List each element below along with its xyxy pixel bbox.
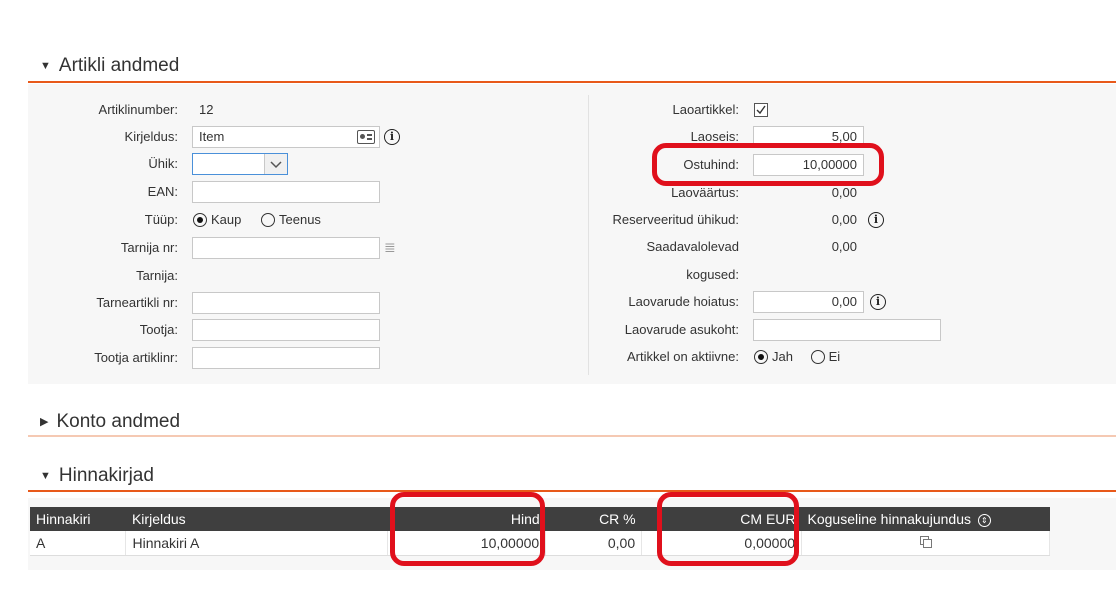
cell-cr[interactable]: 0,00 <box>545 531 643 556</box>
section-artikli-toggle[interactable]: ▼ Artikli andmed <box>40 55 179 77</box>
tuup-radio-group: Kaup Teenus <box>193 212 321 227</box>
aktiivne-radio-group: Jah Ei <box>754 349 840 364</box>
copy-icon[interactable] <box>919 535 933 549</box>
tootja-label: Tootja: <box>139 322 178 337</box>
tarneartikli-nr-input[interactable] <box>192 292 380 314</box>
col-cr[interactable]: CR % <box>545 507 642 531</box>
uhik-select[interactable] <box>192 153 288 175</box>
ean-input[interactable] <box>192 181 380 203</box>
tarnija-nr-label: Tarnija nr: <box>120 240 178 255</box>
hoiatus-label: Laovarude hoiatus: <box>628 294 739 309</box>
aktiivne-label: Artikkel on aktiivne: <box>627 349 739 364</box>
tarneartikli-nr-label: Tarneartikli nr: <box>96 295 178 310</box>
contact-card-icon[interactable] <box>357 130 375 144</box>
radio-unselected-icon <box>261 213 275 227</box>
laoartikkel-label: Laoartikkel: <box>672 102 739 117</box>
tarnija-label: Tarnija: <box>136 268 178 283</box>
kirjeldus-value: Item <box>199 129 225 144</box>
list-icon[interactable]: ≣ <box>384 239 396 256</box>
tootja-artiklinr-input[interactable] <box>192 347 380 369</box>
col-koguseline[interactable]: Koguseline hinnakujundus ⇕ <box>801 507 1050 531</box>
saadaval-label-line1: Saadavalolevad <box>646 239 739 254</box>
section-divider <box>28 435 1116 437</box>
tarnija-nr-input[interactable] <box>192 237 380 259</box>
hoiatus-input[interactable]: 0,00 <box>753 291 864 313</box>
col-kirjeldus[interactable]: Kirjeldus <box>125 507 388 531</box>
expand-triangle-icon: ▶ <box>40 416 49 428</box>
kirjeldus-label: Kirjeldus: <box>124 129 178 144</box>
radio-teenus[interactable]: Teenus <box>261 212 321 227</box>
laovaartus-label: Laoväärtus: <box>671 185 739 200</box>
checkmark-icon <box>756 105 766 115</box>
ean-label: EAN: <box>147 184 178 199</box>
artiklinumber-value: 12 <box>199 102 214 117</box>
highlight-ostuhind <box>652 143 884 186</box>
sort-icon[interactable]: ⇕ <box>977 514 991 527</box>
section-divider <box>28 490 1116 492</box>
reserveeritud-label: Reserveeritud ühikud: <box>612 212 739 227</box>
cell-hinnakiri[interactable]: A <box>30 531 127 556</box>
info-icon[interactable]: i <box>870 294 886 310</box>
section-title: Hinnakirjad <box>58 465 154 486</box>
cell-koguseline[interactable] <box>801 531 1050 556</box>
asukoht-label: Laovarude asukoht: <box>624 322 739 337</box>
asukoht-input[interactable] <box>753 319 941 341</box>
col-koguseline-label: Koguseline hinnakujundus <box>807 511 971 527</box>
radio-kaup-label: Kaup <box>211 212 242 227</box>
tootja-artiklinr-label: Tootja artiklinr: <box>94 350 178 365</box>
info-icon[interactable]: i <box>868 212 884 228</box>
info-icon[interactable]: i <box>384 129 400 145</box>
radio-unselected-icon <box>810 350 825 364</box>
section-divider <box>28 81 1116 83</box>
column-divider <box>588 95 589 375</box>
cell-kirjeldus[interactable]: Hinnakiri A <box>125 531 389 556</box>
section-hinnakirjad-toggle[interactable]: ▼ Hinnakirjad <box>40 465 154 487</box>
highlight-hind <box>390 492 545 566</box>
section-konto-toggle[interactable]: ▶ Konto andmed <box>40 411 180 433</box>
saadaval-value: 0,00 <box>831 239 857 254</box>
tuup-label: Tüüp: <box>144 212 178 227</box>
laoseis-label: Laoseis: <box>690 129 739 144</box>
laovaartus-value: 0,00 <box>831 185 857 200</box>
artiklinumber-label: Artiklinumber: <box>98 102 178 117</box>
section-title: Artikli andmed <box>58 55 180 76</box>
radio-teenus-label: Teenus <box>279 212 321 227</box>
saadaval-label-line2: kogused: <box>686 267 739 282</box>
radio-selected-icon <box>193 213 207 227</box>
highlight-cm-eur <box>657 492 799 566</box>
radio-jah-label: Jah <box>772 349 793 364</box>
radio-selected-icon <box>754 350 768 364</box>
radio-jah[interactable]: Jah <box>754 349 793 364</box>
chevron-down-icon[interactable] <box>264 154 287 174</box>
radio-kaup[interactable]: Kaup <box>193 212 241 227</box>
radio-ei[interactable]: Ei <box>810 349 841 364</box>
kirjeldus-input[interactable]: Item <box>192 126 380 148</box>
laoartikkel-checkbox[interactable] <box>754 103 768 117</box>
radio-ei-label: Ei <box>828 349 841 364</box>
section-title: Konto andmed <box>56 411 181 432</box>
collapse-triangle-icon: ▼ <box>40 60 51 72</box>
collapse-triangle-icon: ▼ <box>40 470 51 482</box>
tootja-input[interactable] <box>192 319 380 341</box>
col-hinnakiri[interactable]: Hinnakiri <box>30 507 126 531</box>
uhik-label: Ühik: <box>148 156 178 171</box>
reserveeritud-value: 0,00 <box>831 212 857 227</box>
